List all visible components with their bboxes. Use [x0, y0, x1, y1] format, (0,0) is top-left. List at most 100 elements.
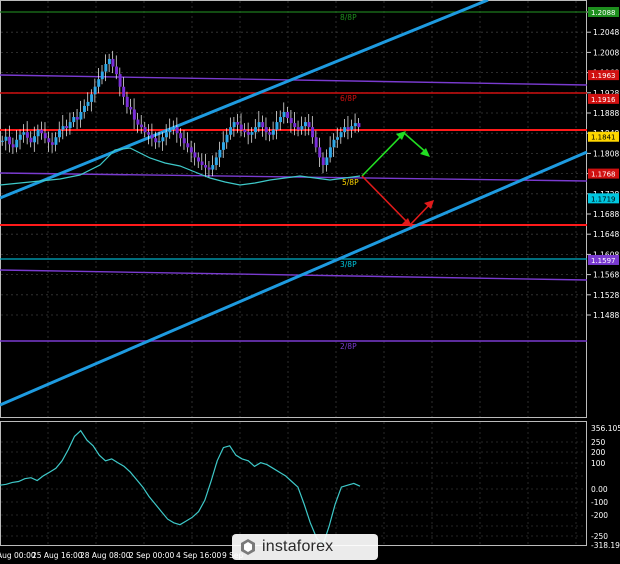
indicator-tick-label: -200: [591, 511, 608, 520]
price-tag-label: 1.2088: [591, 9, 616, 17]
candle: [221, 142, 225, 150]
candle: [40, 129, 44, 134]
candle: [90, 94, 94, 102]
price-tick-label: 1.1568: [593, 271, 619, 280]
cci-indicator-line: [0, 429, 361, 547]
instaforex-logo-icon: [241, 539, 255, 555]
candle: [179, 133, 183, 139]
candle: [243, 129, 247, 133]
candle: [161, 137, 165, 142]
candle: [97, 79, 101, 87]
watermark-text: instaforex: [262, 538, 334, 555]
price-tick-label: 1.1888: [593, 109, 619, 118]
candle: [279, 117, 282, 123]
price-tick-label: 1.1488: [593, 311, 619, 320]
candle: [307, 122, 311, 128]
indicator-tick-label: 0.00: [591, 485, 608, 494]
candle: [300, 126, 304, 130]
time-axis: Aug 00:0025 Aug 16:0028 Aug 08:002 Sep 0…: [0, 551, 244, 560]
candle: [168, 129, 172, 133]
candle: [254, 127, 258, 133]
candle: [22, 132, 26, 135]
candle: [264, 127, 268, 133]
candle: [136, 119, 140, 125]
candle: [86, 101, 90, 106]
candle: [115, 66, 119, 75]
price-tag-label: 1.1963: [591, 72, 616, 80]
indicator-tick-label: -250: [591, 532, 608, 541]
candle: [104, 64, 108, 72]
candle: [275, 122, 279, 130]
level-label: 5/8P: [342, 178, 359, 187]
candle: [332, 139, 336, 148]
grid: [1, 1, 586, 417]
candle: [257, 122, 261, 128]
candle: [282, 111, 286, 118]
candle: [186, 143, 190, 148]
candle: [204, 165, 208, 168]
time-axis-label: Aug 00:00: [0, 551, 36, 560]
forecast-down-arrow: [361, 175, 434, 227]
indicator-tick-label: 200: [591, 448, 606, 457]
candle: [107, 58, 111, 65]
candle: [261, 122, 265, 128]
candle: [314, 137, 318, 148]
candle: [296, 127, 300, 130]
candle: [36, 129, 40, 137]
candle: [140, 124, 143, 128]
candle: [318, 147, 322, 158]
upper-channel-line: [0, 0, 489, 200]
indicator-tick-label: -100: [591, 498, 608, 507]
candle: [33, 136, 37, 143]
candle: [43, 133, 47, 139]
candle: [157, 141, 161, 143]
candle: [65, 126, 69, 129]
price-tags: 1.2088 1.1963 1.1916 1.1841 1.1768 1.1719 1.15…: [588, 7, 619, 265]
price-tag-label: 1.1768: [591, 171, 616, 179]
level-label: 3/8P: [340, 260, 357, 269]
candle: [122, 86, 126, 97]
candle: [343, 127, 347, 133]
candle: [353, 123, 357, 127]
candle: [175, 127, 179, 134]
level-label: 2/8P: [340, 342, 357, 351]
candle: [218, 149, 222, 158]
indicator-tick-label: 356.1054: [591, 424, 620, 433]
time-axis-label: 28 Aug 08:00: [80, 551, 131, 560]
candle: [346, 127, 350, 130]
price-axis: 1.20881.20481.20081.19681.19281.18881.18…: [587, 8, 619, 320]
price-chart[interactable]: 1.20881.20481.20081.19681.19281.18881.18…: [0, 0, 620, 564]
candle: [200, 161, 204, 166]
candle: [100, 71, 104, 80]
candle: [118, 74, 122, 87]
candle: [182, 138, 186, 144]
time-axis-label: 25 Aug 16:00: [32, 551, 83, 560]
candle: [50, 142, 54, 145]
candle: [286, 111, 290, 119]
candle: [54, 137, 58, 145]
price-tick-label: 1.2048: [593, 28, 619, 37]
candle: [357, 123, 361, 128]
candle: [164, 132, 168, 138]
indicator-tick-label: 250: [591, 438, 606, 447]
candle: [350, 126, 354, 130]
candle: [211, 165, 215, 170]
price-tag-label: 1.1841: [591, 134, 616, 142]
candle: [311, 127, 315, 138]
candle: [225, 134, 229, 143]
indicator-axis: 356.1054 250200 100 0.00 -100 -200 -250-318.19…: [591, 424, 620, 550]
candle: [29, 137, 33, 143]
candle: [147, 132, 151, 135]
candle: [328, 147, 332, 158]
candle: [229, 127, 233, 135]
candle: [268, 132, 272, 135]
level-label: 8/8P: [340, 13, 357, 22]
candle: [18, 134, 22, 140]
candle: [325, 157, 329, 166]
candle: [25, 132, 29, 138]
price-tick-label: 1.1648: [593, 230, 619, 239]
indicator-tick-label: 100: [591, 459, 606, 468]
candle: [154, 138, 158, 143]
candle: [79, 111, 83, 120]
candle: [339, 132, 343, 138]
